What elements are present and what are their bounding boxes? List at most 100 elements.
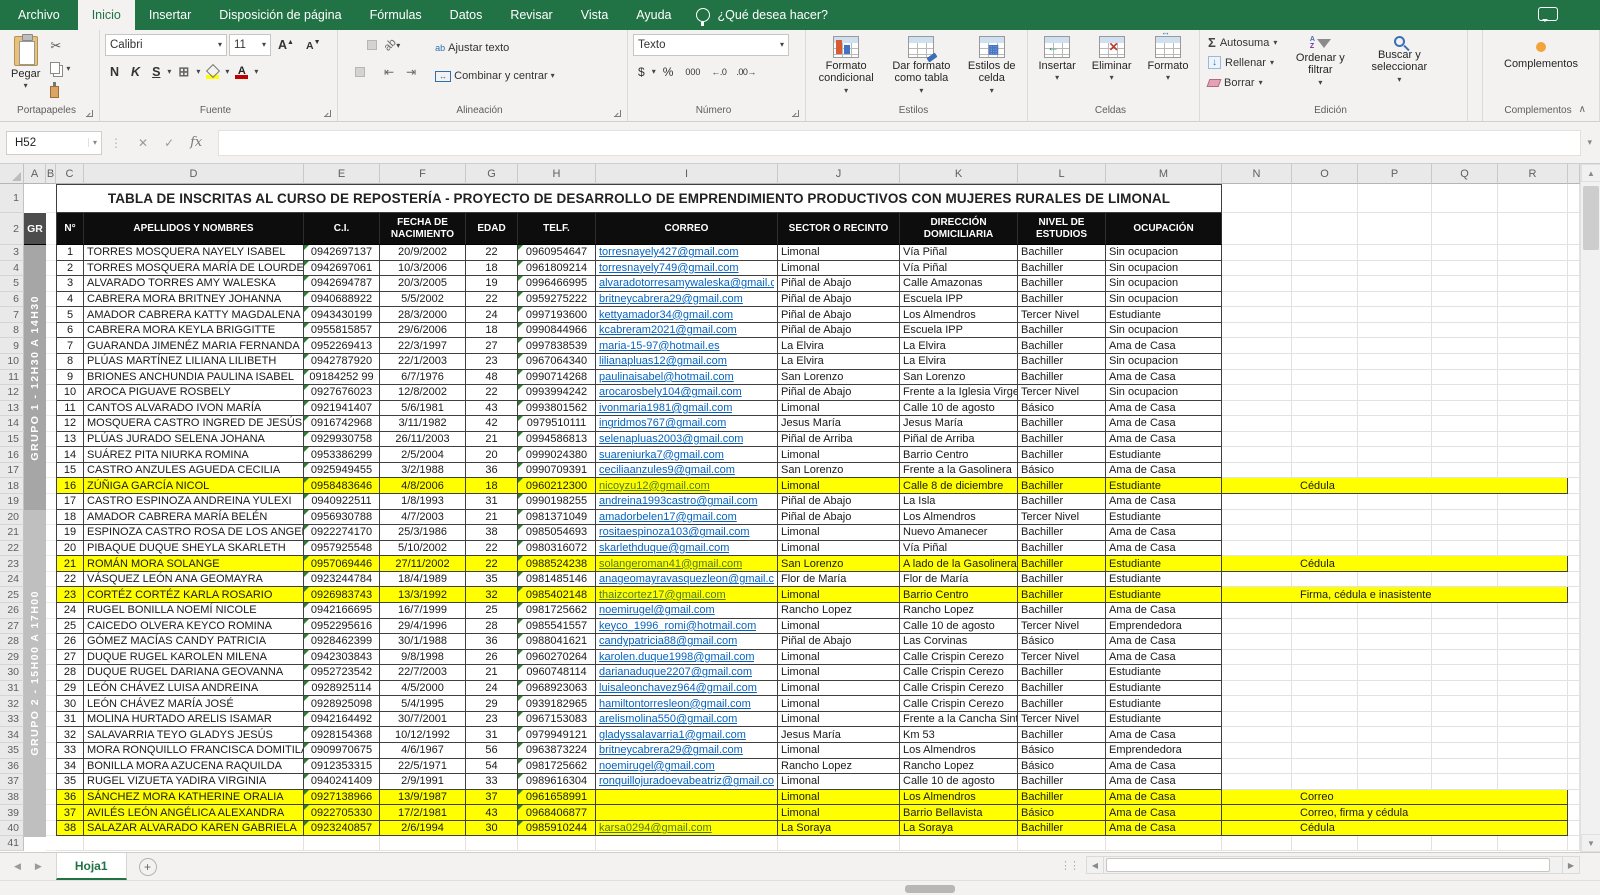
borders-dropdown-icon[interactable]: ▾ — [196, 68, 200, 76]
empty-cell[interactable] — [1358, 712, 1432, 728]
empty-cell[interactable] — [1498, 338, 1568, 354]
cell-ocupacion[interactable]: Estudiante — [1106, 307, 1222, 323]
cell-nombre[interactable]: CABRERA MORA BRITNEY JOHANNA — [84, 292, 304, 308]
cell-ocupacion[interactable]: Ama de Casa — [1106, 525, 1222, 541]
cell-nota[interactable]: Correo — [1222, 790, 1568, 806]
decrease-decimal-button[interactable]: .00→ — [732, 67, 760, 77]
empty-cell[interactable] — [1222, 681, 1292, 697]
insert-cells-button[interactable]: ← Insertar ▾ — [1033, 33, 1082, 84]
row-header-1[interactable]: 1 — [0, 184, 24, 213]
increase-indent-button[interactable]: ⇥ — [401, 60, 421, 84]
empty-cell[interactable] — [1292, 276, 1358, 292]
email-link[interactable]: arocarosbely104@gmail.com — [599, 386, 742, 398]
cell-ocupacion[interactable]: Estudiante — [1106, 665, 1222, 681]
cell-sector[interactable]: Jesus María — [778, 416, 900, 432]
cell-telf[interactable]: 0988524238 — [518, 556, 596, 572]
font-size-combo[interactable]: 11▾ — [229, 34, 271, 56]
cell-numero[interactable]: 19 — [56, 525, 84, 541]
empty-cell[interactable] — [1498, 385, 1568, 401]
cell-direccion[interactable]: Los Almendros — [900, 510, 1018, 526]
cell-ocupacion[interactable]: Ama de Casa — [1106, 541, 1222, 557]
cell-ci[interactable]: 0957925548 — [304, 541, 380, 557]
cell-direccion[interactable]: Los Almendros — [900, 307, 1018, 323]
cut-button[interactable]: ✂ — [46, 35, 74, 57]
cell-b[interactable] — [46, 494, 56, 510]
cell-edad[interactable]: 21 — [466, 510, 518, 526]
cell-correo[interactable]: gladyssalavarria1@gmail.com — [596, 727, 778, 743]
cell-sector[interactable]: La Soraya — [778, 821, 900, 837]
cell-numero[interactable]: 28 — [56, 665, 84, 681]
empty-cell[interactable] — [1222, 541, 1292, 557]
cell-numero[interactable]: 7 — [56, 338, 84, 354]
cell-correo[interactable] — [596, 805, 778, 821]
cell-ocupacion[interactable]: Ama de Casa — [1106, 494, 1222, 510]
cell-telf[interactable]: 0981725662 — [518, 759, 596, 775]
increase-decimal-button[interactable]: ←.0 — [707, 67, 730, 77]
email-link[interactable]: andreina1993castro@gmail.com — [599, 495, 758, 507]
cell-direccion[interactable]: A lado de la Gasolinera — [900, 556, 1018, 572]
empty-cell[interactable] — [1222, 727, 1292, 743]
scroll-left-icon[interactable]: ◀ — [1086, 856, 1104, 874]
cell-numero[interactable]: 18 — [56, 510, 84, 526]
empty-cell[interactable] — [1292, 323, 1358, 339]
cell-ci[interactable]: 0940241409 — [304, 774, 380, 790]
empty-cell[interactable] — [1292, 510, 1358, 526]
row-header-35[interactable]: 35 — [0, 743, 24, 759]
cell-ci[interactable]: 0929930758 — [304, 432, 380, 448]
column-title-1[interactable]: N° — [56, 213, 84, 245]
font-color-dropdown-icon[interactable]: ▾ — [254, 68, 258, 76]
cell-ocupacion[interactable]: Sin ocupacion — [1106, 385, 1222, 401]
cell-nombre[interactable]: TORRES MOSQUERA NAYELY ISABEL — [84, 245, 304, 261]
cell-ocupacion[interactable]: Estudiante — [1106, 587, 1222, 603]
empty-cell[interactable] — [1498, 525, 1568, 541]
empty-cell[interactable] — [1358, 696, 1432, 712]
cell-ci[interactable]: 0942787920 — [304, 354, 380, 370]
cell-nombre[interactable]: CANTOS ALVARADO IVON MARÍA — [84, 401, 304, 417]
cell-b[interactable] — [46, 696, 56, 712]
cell-numero[interactable]: 31 — [56, 712, 84, 728]
empty-cell[interactable] — [1358, 665, 1432, 681]
cell-numero[interactable]: 27 — [56, 650, 84, 666]
cell-nivel[interactable]: Bachiller — [1018, 494, 1106, 510]
tab-revisar[interactable]: Revisar — [496, 0, 566, 30]
empty-cell[interactable] — [1432, 634, 1498, 650]
cell-ocupacion[interactable]: Ama de Casa — [1106, 603, 1222, 619]
cell-nombre[interactable]: ALVARADO TORRES AMY WALESKA — [84, 276, 304, 292]
delete-cells-button[interactable]: ✕ Eliminar ▾ — [1086, 33, 1138, 84]
cell-ocupacion[interactable]: Ama de Casa — [1106, 805, 1222, 821]
cell-direccion[interactable]: Km 53 — [900, 727, 1018, 743]
cell-numero[interactable]: 22 — [56, 572, 84, 588]
cell-correo[interactable] — [596, 790, 778, 806]
cell-numero[interactable]: 23 — [56, 587, 84, 603]
cell-correo[interactable]: ceciliaanzules9@gmail.com — [596, 463, 778, 479]
cell-edad[interactable]: 36 — [466, 463, 518, 479]
column-header-R[interactable]: R — [1498, 164, 1568, 184]
underline-button[interactable]: S — [147, 64, 165, 80]
cell-numero[interactable]: 25 — [56, 619, 84, 635]
empty-cell[interactable] — [1358, 727, 1432, 743]
cell-correo[interactable]: britneycabrera29@gmail.com — [596, 292, 778, 308]
cell-edad[interactable]: 20 — [466, 447, 518, 463]
email-link[interactable]: alvaradotorresamywaleska@gmail.com — [599, 277, 774, 289]
empty-cell[interactable] — [1292, 354, 1358, 370]
cell-nivel[interactable]: Bachiller — [1018, 681, 1106, 697]
cell-nota[interactable]: Cédula — [1222, 556, 1568, 572]
cell-nivel[interactable]: Bachiller — [1018, 556, 1106, 572]
cell-fecha[interactable]: 13/3/1992 — [380, 587, 466, 603]
cell-direccion[interactable]: La Elvira — [900, 338, 1018, 354]
cell-telf[interactable]: 0985402148 — [518, 587, 596, 603]
cell-b[interactable] — [46, 759, 56, 775]
cell-nombre[interactable]: ZÚÑIGA GARCÍA NICOL — [84, 478, 304, 494]
cell-styles-button[interactable]: ▦ Estilos de celda ▾ — [961, 33, 1022, 97]
column-header-P[interactable]: P — [1358, 164, 1432, 184]
cell-b[interactable] — [46, 245, 56, 261]
empty-cell[interactable] — [1222, 619, 1292, 635]
empty-cell[interactable] — [1292, 213, 1358, 245]
row-header-29[interactable]: 29 — [0, 650, 24, 666]
cell-nombre[interactable]: CORTÉZ CORTÉZ KARLA ROSARIO — [84, 587, 304, 603]
row-header-7[interactable]: 7 — [0, 307, 24, 323]
row-header-11[interactable]: 11 — [0, 370, 24, 386]
cell-numero[interactable]: 30 — [56, 696, 84, 712]
cell-ocupacion[interactable]: Ama de Casa — [1106, 650, 1222, 666]
cell-fecha[interactable]: 30/1/1988 — [380, 634, 466, 650]
